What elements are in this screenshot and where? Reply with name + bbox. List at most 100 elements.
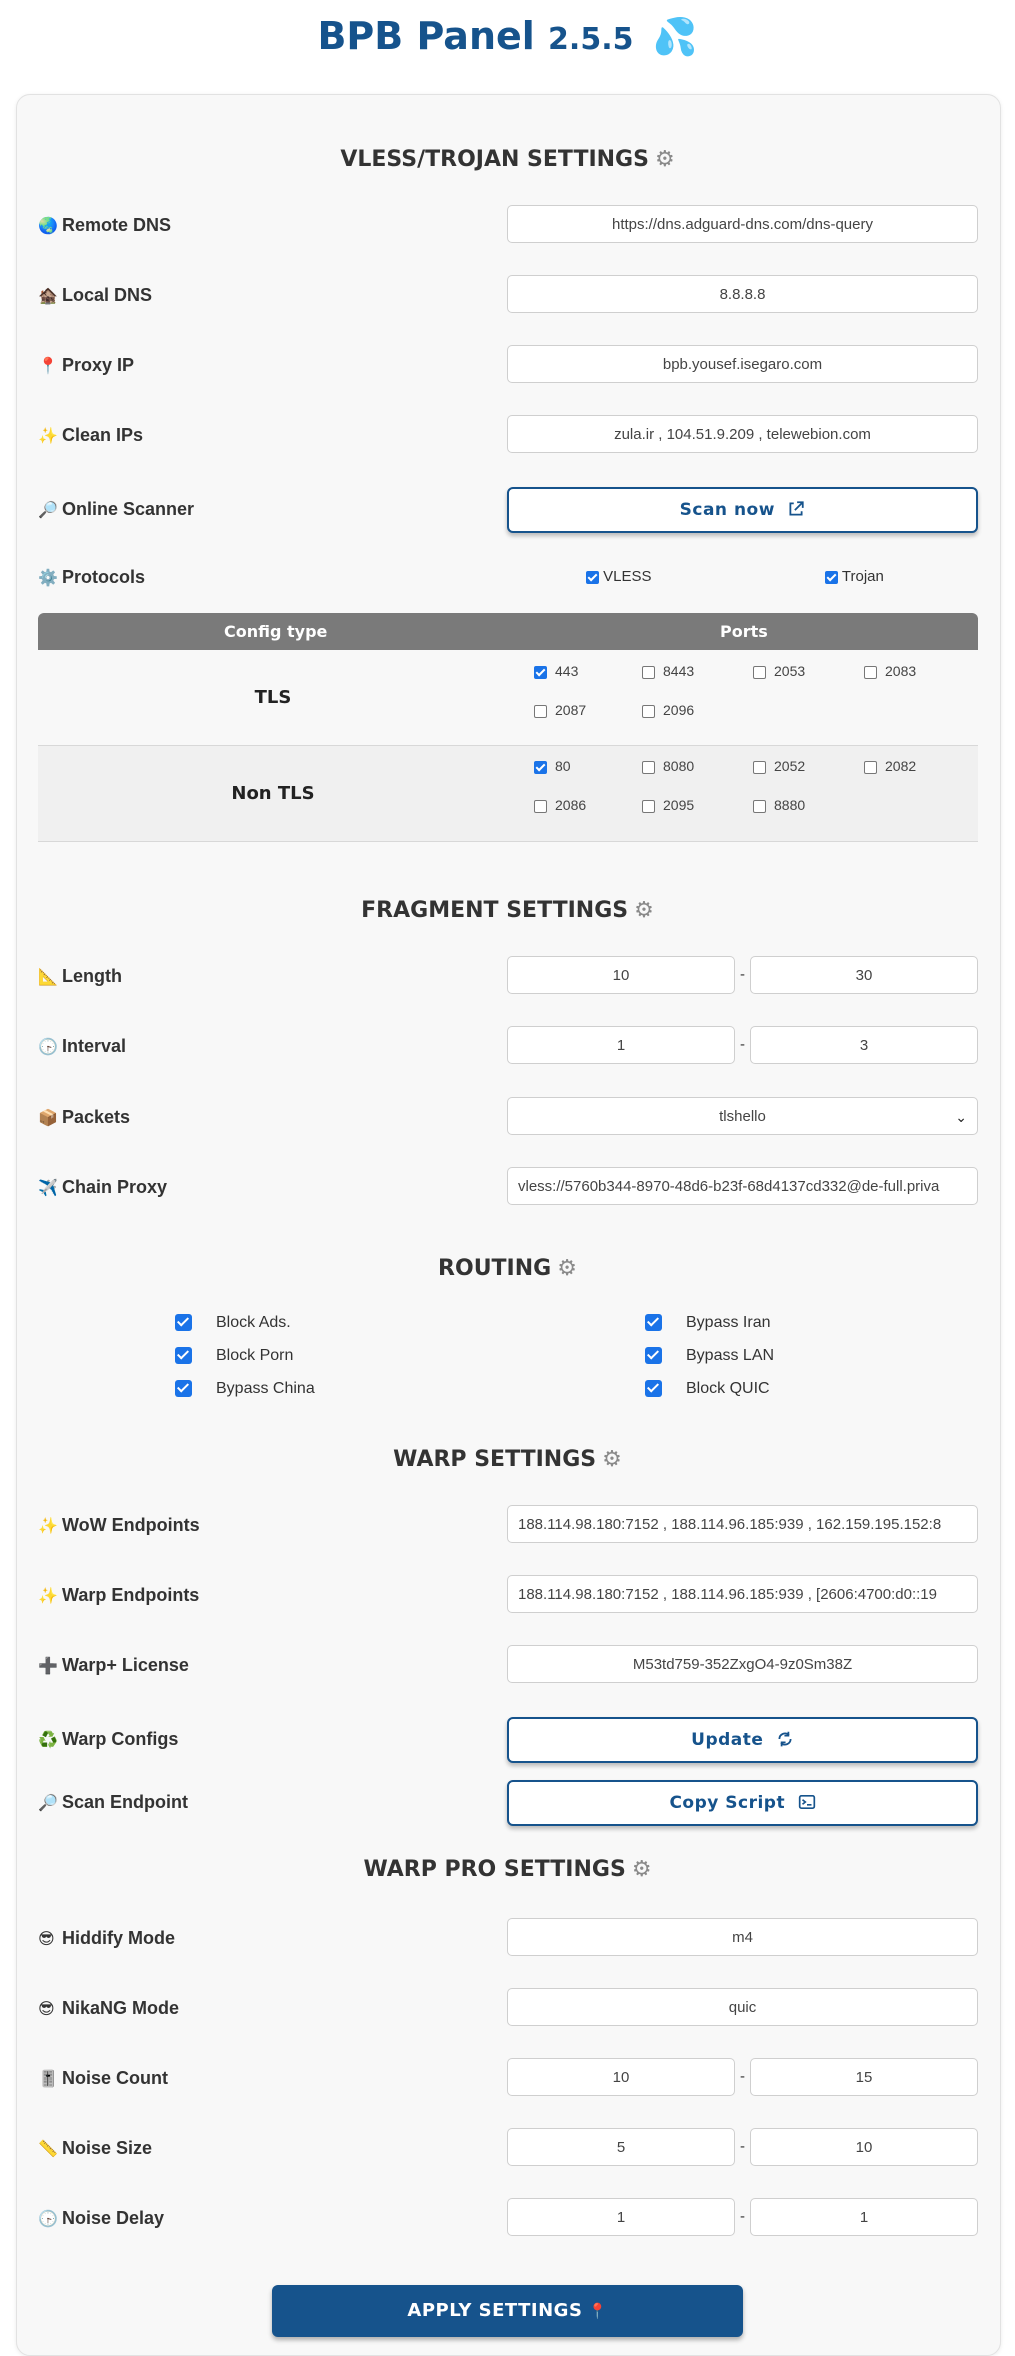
label-text: Local DNS: [62, 285, 153, 305]
pin-icon: 📍: [38, 358, 58, 375]
port-2096-checkbox[interactable]: 2096: [642, 702, 694, 718]
port-80-checkbox[interactable]: 80: [534, 758, 571, 774]
sparkles-icon: ✨: [38, 428, 58, 445]
checkbox-unchecked[interactable]: [534, 704, 547, 718]
copy-script-button[interactable]: Copy Script: [507, 1780, 978, 1826]
button-label: APPLY SETTINGS: [407, 2300, 583, 2321]
block-ads-checkbox[interactable]: Block Ads.: [175, 1314, 291, 1332]
noise-delay-min-input[interactable]: 1: [507, 2198, 735, 2236]
bypass-lan-checkbox[interactable]: Bypass LAN: [645, 1347, 774, 1365]
magnifier-icon: 🔎: [38, 502, 58, 519]
airplane-icon: ✈️: [38, 1180, 58, 1197]
noise-delay-max-input[interactable]: 1: [750, 2198, 978, 2236]
port-label: 2053: [774, 663, 806, 679]
port-2087-checkbox[interactable]: 2087: [534, 702, 586, 718]
vless-checkbox[interactable]: VLESS: [586, 557, 652, 597]
fragment-section-title: FRAGMENT SETTINGS ⚙: [16, 898, 999, 923]
section-title-text: VLESS/TROJAN SETTINGS: [340, 147, 649, 172]
packets-select[interactable]: tlshello ⌄: [507, 1097, 978, 1135]
select-value: tlshello: [719, 1108, 766, 1125]
warp-configs-label: ♻️ Warp Configs: [38, 1719, 178, 1759]
interval-max-input[interactable]: 3: [750, 1026, 978, 1064]
trojan-checkbox[interactable]: Trojan: [825, 557, 884, 597]
checkbox-unchecked[interactable]: [864, 665, 877, 679]
port-2086-checkbox[interactable]: 2086: [534, 797, 586, 813]
checkbox-checked[interactable]: [645, 1347, 662, 1365]
port-2083-checkbox[interactable]: 2083: [864, 663, 916, 679]
checkbox-checked[interactable]: [534, 665, 547, 679]
checkbox-unchecked[interactable]: [753, 665, 766, 679]
interval-min-input[interactable]: 1: [507, 1026, 735, 1064]
label-text: Remote DNS: [62, 215, 172, 235]
noise-size-max-input[interactable]: 10: [750, 2128, 978, 2166]
noise-count-max-input[interactable]: 15: [750, 2058, 978, 2096]
checkbox-unchecked[interactable]: [864, 760, 877, 774]
label-text: Clean IPs: [62, 425, 144, 445]
chain-proxy-input[interactable]: vless://5760b344-8970-48d6-b23f-68d4137c…: [507, 1167, 978, 1205]
tls-row: TLS 443 8443 2053 2083 2087 2096: [38, 650, 978, 746]
checkbox-unchecked[interactable]: [642, 760, 655, 774]
checkbox-checked[interactable]: [175, 1314, 192, 1332]
hiddify-mode-input[interactable]: m4: [507, 1918, 978, 1956]
port-8080-checkbox[interactable]: 8080: [642, 758, 694, 774]
proxy-ip-input[interactable]: bpb.yousef.isegaro.com: [507, 345, 978, 383]
checkbox-unchecked[interactable]: [753, 799, 766, 813]
warp-license-input[interactable]: M53td759-352ZxgO4-9z0Sm38Z: [507, 1645, 978, 1683]
checkbox-checked[interactable]: [825, 570, 838, 584]
port-2082-checkbox[interactable]: 2082: [864, 758, 916, 774]
warp-endpoints-input[interactable]: 188.114.98.180:7152 , 188.114.96.185:939…: [507, 1575, 978, 1613]
label-text: Chain Proxy: [62, 1177, 168, 1197]
local-dns-input[interactable]: 8.8.8.8: [507, 275, 978, 313]
label-text: Proxy IP: [62, 355, 135, 375]
wow-endpoints-label: ✨ WoW Endpoints: [38, 1505, 200, 1545]
checkbox-checked[interactable]: [175, 1347, 192, 1365]
update-warp-configs-button[interactable]: Update: [507, 1717, 978, 1763]
bypass-china-checkbox[interactable]: Bypass China: [175, 1380, 315, 1398]
checkbox-unchecked[interactable]: [642, 665, 655, 679]
noise-size-min-input[interactable]: 5: [507, 2128, 735, 2166]
bypass-iran-checkbox[interactable]: Bypass Iran: [645, 1314, 770, 1332]
length-min-input[interactable]: 10: [507, 956, 735, 994]
scan-now-button[interactable]: Scan now: [507, 487, 978, 533]
nikang-mode-input[interactable]: quic: [507, 1988, 978, 2026]
checkbox-checked[interactable]: [645, 1314, 662, 1332]
gear-icon: ⚙️: [38, 570, 58, 587]
port-2053-checkbox[interactable]: 2053: [753, 663, 805, 679]
checkbox-checked[interactable]: [175, 1380, 192, 1398]
checkbox-checked[interactable]: [645, 1380, 662, 1398]
checkbox-unchecked[interactable]: [753, 760, 766, 774]
port-2095-checkbox[interactable]: 2095: [642, 797, 694, 813]
port-label: 2082: [885, 758, 917, 774]
vless-trojan-section-title: VLESS/TROJAN SETTINGS ⚙: [16, 147, 999, 172]
label-text: Noise Delay: [62, 2208, 165, 2228]
port-label: 8443: [663, 663, 695, 679]
recycle-icon: ♻️: [38, 1732, 58, 1749]
checkbox-unchecked[interactable]: [642, 799, 655, 813]
port-443-checkbox[interactable]: 443: [534, 663, 578, 679]
interval-label: 🕞 Interval: [38, 1026, 126, 1066]
noise-count-min-input[interactable]: 10: [507, 2058, 735, 2096]
block-porn-checkbox[interactable]: Block Porn: [175, 1347, 293, 1365]
port-8880-checkbox[interactable]: 8880: [753, 797, 805, 813]
hiddify-mode-label: 😎 Hiddify Mode: [38, 1918, 175, 1958]
checkbox-checked[interactable]: [586, 570, 599, 584]
checkbox-unchecked[interactable]: [534, 799, 547, 813]
section-title-text: WARP SETTINGS: [393, 1447, 597, 1472]
label-text: Length: [62, 966, 122, 986]
port-2052-checkbox[interactable]: 2052: [753, 758, 805, 774]
clean-ips-input[interactable]: zula.ir , 104.51.9.209 , telewebion.com: [507, 415, 978, 453]
label-text: Noise Count: [62, 2068, 168, 2088]
apply-settings-button[interactable]: APPLY SETTINGS 📍: [272, 2285, 743, 2337]
block-quic-checkbox[interactable]: Block QUIC: [645, 1380, 770, 1398]
length-max-input[interactable]: 30: [750, 956, 978, 994]
sparkles-icon: ✨: [38, 1518, 58, 1535]
tls-label: TLS: [254, 687, 292, 708]
checkbox-label: Bypass China: [216, 1380, 315, 1397]
warp-endpoints-row: ✨ Warp Endpoints 188.114.98.180:7152 , 18…: [38, 1575, 978, 1615]
remote-dns-input[interactable]: https://dns.adguard-dns.com/dns-query: [507, 205, 978, 243]
checkbox-unchecked[interactable]: [642, 704, 655, 718]
checkbox-checked[interactable]: [534, 760, 547, 774]
wow-endpoints-input[interactable]: 188.114.98.180:7152 , 188.114.96.185:939…: [507, 1505, 978, 1543]
range-dash: -: [740, 966, 745, 983]
port-8443-checkbox[interactable]: 8443: [642, 663, 694, 679]
